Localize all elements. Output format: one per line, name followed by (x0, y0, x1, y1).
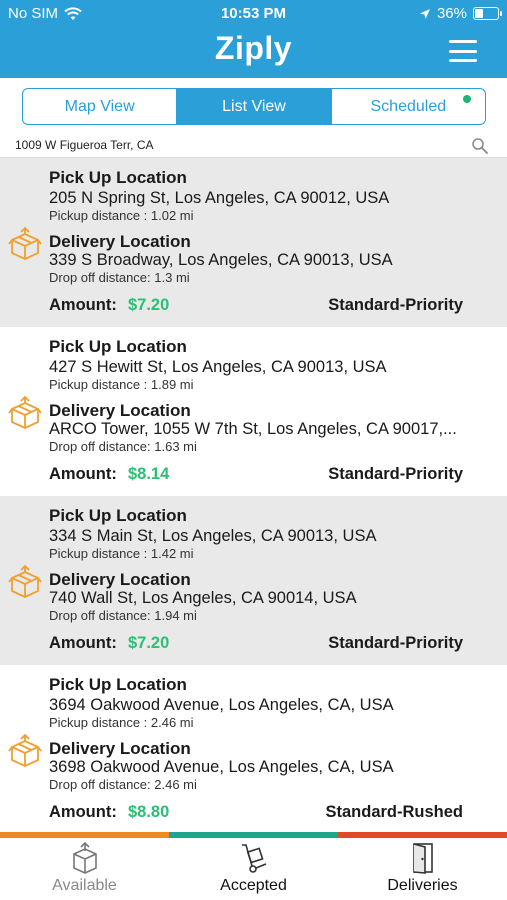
pickup-address: 427 S Hewitt St, Los Angeles, CA 90013, … (49, 358, 387, 376)
pickup-heading: Pick Up Location (49, 675, 187, 694)
tab-scheduled[interactable]: Scheduled (330, 89, 485, 124)
package-icon (8, 564, 42, 598)
order-card[interactable]: Pick Up Location 334 S Main St, Los Ange… (0, 496, 507, 665)
tab-map-view[interactable]: Map View (23, 89, 176, 124)
amount-value: $7.20 (128, 634, 170, 652)
priority-label: Standard-Rushed (325, 803, 463, 821)
priority-label: Standard-Priority (328, 634, 463, 652)
location-bar: 1009 W Figueroa Terr, CA (0, 134, 507, 158)
pickup-address: 205 N Spring St, Los Angeles, CA 90012, … (49, 189, 390, 207)
view-tabs: Map View List View Scheduled (22, 88, 486, 125)
amount-value: $8.80 (128, 803, 170, 821)
pickup-distance: Pickup distance : 1.42 mi (49, 546, 194, 561)
amount-label: Amount: (49, 296, 117, 314)
priority-label: Standard-Priority (328, 465, 463, 483)
status-bar: No SIM 10:53 PM 36% (0, 0, 507, 28)
pickup-distance: Pickup distance : 1.02 mi (49, 208, 194, 223)
scheduled-notification-dot (462, 95, 471, 103)
nav-available-label: Available (52, 877, 117, 894)
priority-label: Standard-Priority (328, 296, 463, 314)
nav-available[interactable]: Available (0, 838, 169, 900)
battery-icon (473, 7, 502, 20)
pickup-address: 3694 Oakwood Avenue, Los Angeles, CA, US… (49, 696, 394, 714)
search-icon[interactable] (471, 137, 489, 155)
order-list: Pick Up Location 205 N Spring St, Los An… (0, 158, 507, 832)
hand-truck-icon (241, 844, 266, 873)
package-icon (8, 226, 42, 260)
delivery-address: ARCO Tower, 1055 W 7th St, Los Angeles, … (49, 420, 457, 438)
order-card[interactable]: Pick Up Location 3694 Oakwood Avenue, Lo… (0, 665, 507, 832)
bottom-nav: Available Accepted Deliveries (0, 838, 507, 900)
current-location: 1009 W Figueroa Terr, CA (15, 138, 154, 152)
amount-label: Amount: (49, 465, 117, 483)
delivery-heading: Delivery Location (49, 232, 191, 251)
door-icon (412, 843, 433, 874)
nav-accepted-label: Accepted (220, 877, 287, 894)
pickup-distance: Pickup distance : 1.89 mi (49, 377, 194, 392)
box-icon (72, 842, 97, 874)
package-icon (8, 733, 42, 767)
pickup-heading: Pick Up Location (49, 168, 187, 187)
battery-percent: 36% (436, 5, 467, 22)
dropoff-distance: Drop off distance: 1.63 mi (49, 439, 197, 454)
package-icon (8, 395, 42, 429)
delivery-address: 740 Wall St, Los Angeles, CA 90014, USA (49, 589, 357, 607)
app-header: No SIM 10:53 PM 36% Ziply (0, 0, 507, 78)
delivery-heading: Delivery Location (49, 401, 191, 420)
amount-label: Amount: (49, 634, 117, 652)
dropoff-distance: Drop off distance: 1.94 mi (49, 608, 197, 623)
pickup-distance: Pickup distance : 2.46 mi (49, 715, 194, 730)
nav-accepted[interactable]: Accepted (169, 838, 338, 900)
delivery-heading: Delivery Location (49, 570, 191, 589)
amount-value: $8.14 (128, 465, 170, 483)
tab-list-view[interactable]: List View (176, 89, 331, 124)
nav-deliveries[interactable]: Deliveries (338, 838, 507, 900)
app-title: Ziply (214, 30, 293, 66)
location-arrow-icon (419, 8, 430, 19)
delivery-address: 3698 Oakwood Avenue, Los Angeles, CA, US… (49, 758, 394, 776)
amount-value: $7.20 (128, 296, 170, 314)
order-card[interactable]: Pick Up Location 205 N Spring St, Los An… (0, 158, 507, 327)
hamburger-menu-icon[interactable] (449, 40, 477, 62)
amount-label: Amount: (49, 803, 117, 821)
delivery-address: 339 S Broadway, Los Angeles, CA 90013, U… (49, 251, 393, 269)
dropoff-distance: Drop off distance: 1.3 mi (49, 270, 190, 285)
nav-deliveries-label: Deliveries (387, 877, 458, 894)
order-card[interactable]: Pick Up Location 427 S Hewitt St, Los An… (0, 327, 507, 496)
dropoff-distance: Drop off distance: 2.46 mi (49, 777, 197, 792)
pickup-heading: Pick Up Location (49, 506, 187, 525)
pickup-heading: Pick Up Location (49, 337, 187, 356)
delivery-heading: Delivery Location (49, 739, 191, 758)
pickup-address: 334 S Main St, Los Angeles, CA 90013, US… (49, 527, 377, 545)
